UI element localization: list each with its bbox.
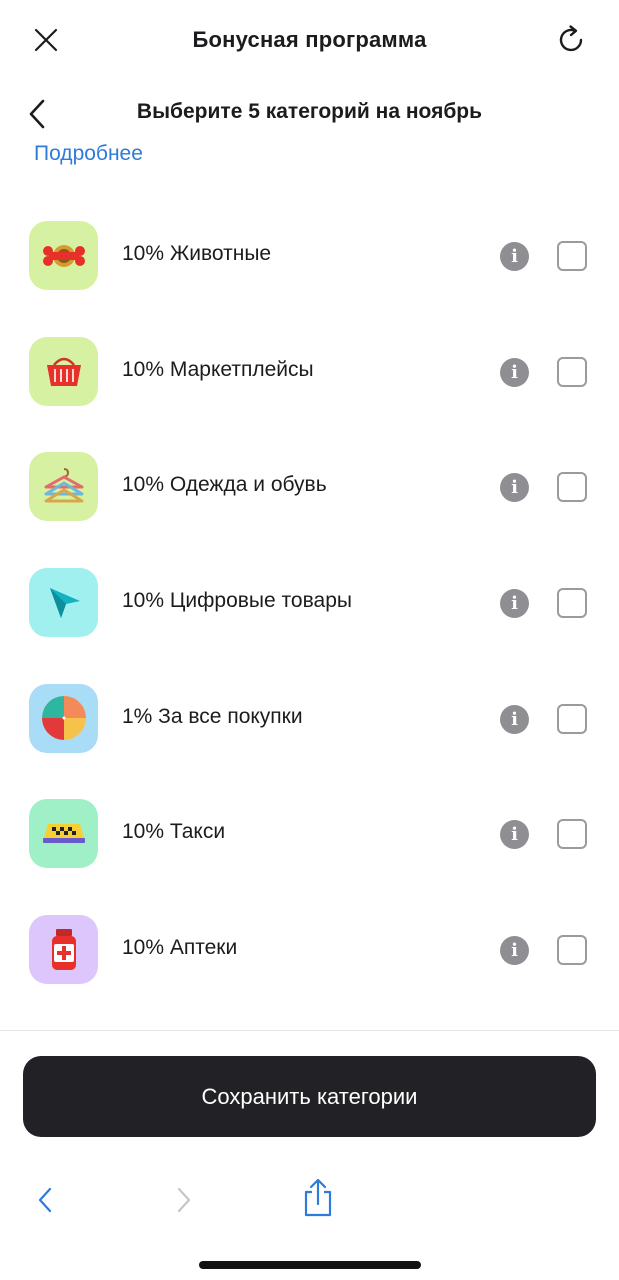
browser-toolbar [0,1165,619,1235]
category-row-taxi[interactable]: 10% Такси i [0,776,619,892]
category-row-marketplaces[interactable]: 10% Маркетплейсы i [0,314,619,430]
category-row-pharmacy[interactable]: 10% Аптеки i [0,892,619,1008]
chevron-right-icon[interactable] [172,1183,196,1217]
chevron-left-icon[interactable] [33,1183,57,1217]
medicine-jar-icon [29,915,98,985]
category-row-animals[interactable]: 10% Животные i [0,198,619,314]
category-row-all-purchases[interactable]: 1% За все покупки i [0,661,619,777]
divider [0,1030,619,1031]
sub-header: Выберите 5 категорий на ноябрь [0,88,619,138]
page-title: Бонусная программа [192,27,427,52]
category-label: 10% Такси [122,820,226,844]
category-label: 10% Животные [122,242,272,265]
info-icon[interactable]: i [500,936,529,966]
pie-chart-icon [29,683,98,753]
share-icon[interactable] [300,1177,336,1219]
home-indicator [199,1261,421,1269]
category-row-clothing[interactable]: 10% Одежда и обувь i [0,429,619,545]
category-label: 10% Одежда и обувь [122,473,327,497]
category-label: 10% Цифровые товары [122,589,352,613]
bone-icon [29,221,98,290]
category-checkbox[interactable] [557,819,587,850]
category-checkbox[interactable] [557,472,587,503]
save-categories-button[interactable]: Сохранить категории [23,1056,596,1137]
refresh-icon[interactable] [554,22,590,58]
info-icon[interactable]: i [500,242,529,271]
category-row-digital[interactable]: 10% Цифровые товары i [0,545,619,661]
basket-icon [29,336,98,406]
category-label: 10% Маркетплейсы [122,357,314,381]
category-checkbox[interactable] [557,241,587,271]
top-bar: Бонусная программа [0,0,619,82]
info-icon[interactable]: i [500,473,529,503]
info-icon[interactable]: i [500,704,529,734]
category-checkbox[interactable] [557,588,587,619]
category-checkbox[interactable] [557,703,587,734]
category-checkbox[interactable] [557,935,587,966]
info-icon[interactable]: i [500,589,529,619]
hangers-icon [29,452,98,522]
cursor-arrow-icon [29,568,98,638]
more-link-text: Подробнее [34,144,143,165]
more-link[interactable]: Подробнее [34,144,143,172]
category-list: 10% Животные i 10% Маркетплейсы i 10% Од… [0,198,619,1008]
category-label: 1% За все покупки [122,704,303,728]
category-checkbox[interactable] [557,356,587,387]
info-icon[interactable]: i [500,820,529,850]
taxi-sign-icon [29,799,98,869]
section-title: Выберите 5 категорий на ноябрь [136,100,483,123]
category-label: 10% Аптеки [122,936,238,960]
info-icon[interactable]: i [500,357,529,387]
